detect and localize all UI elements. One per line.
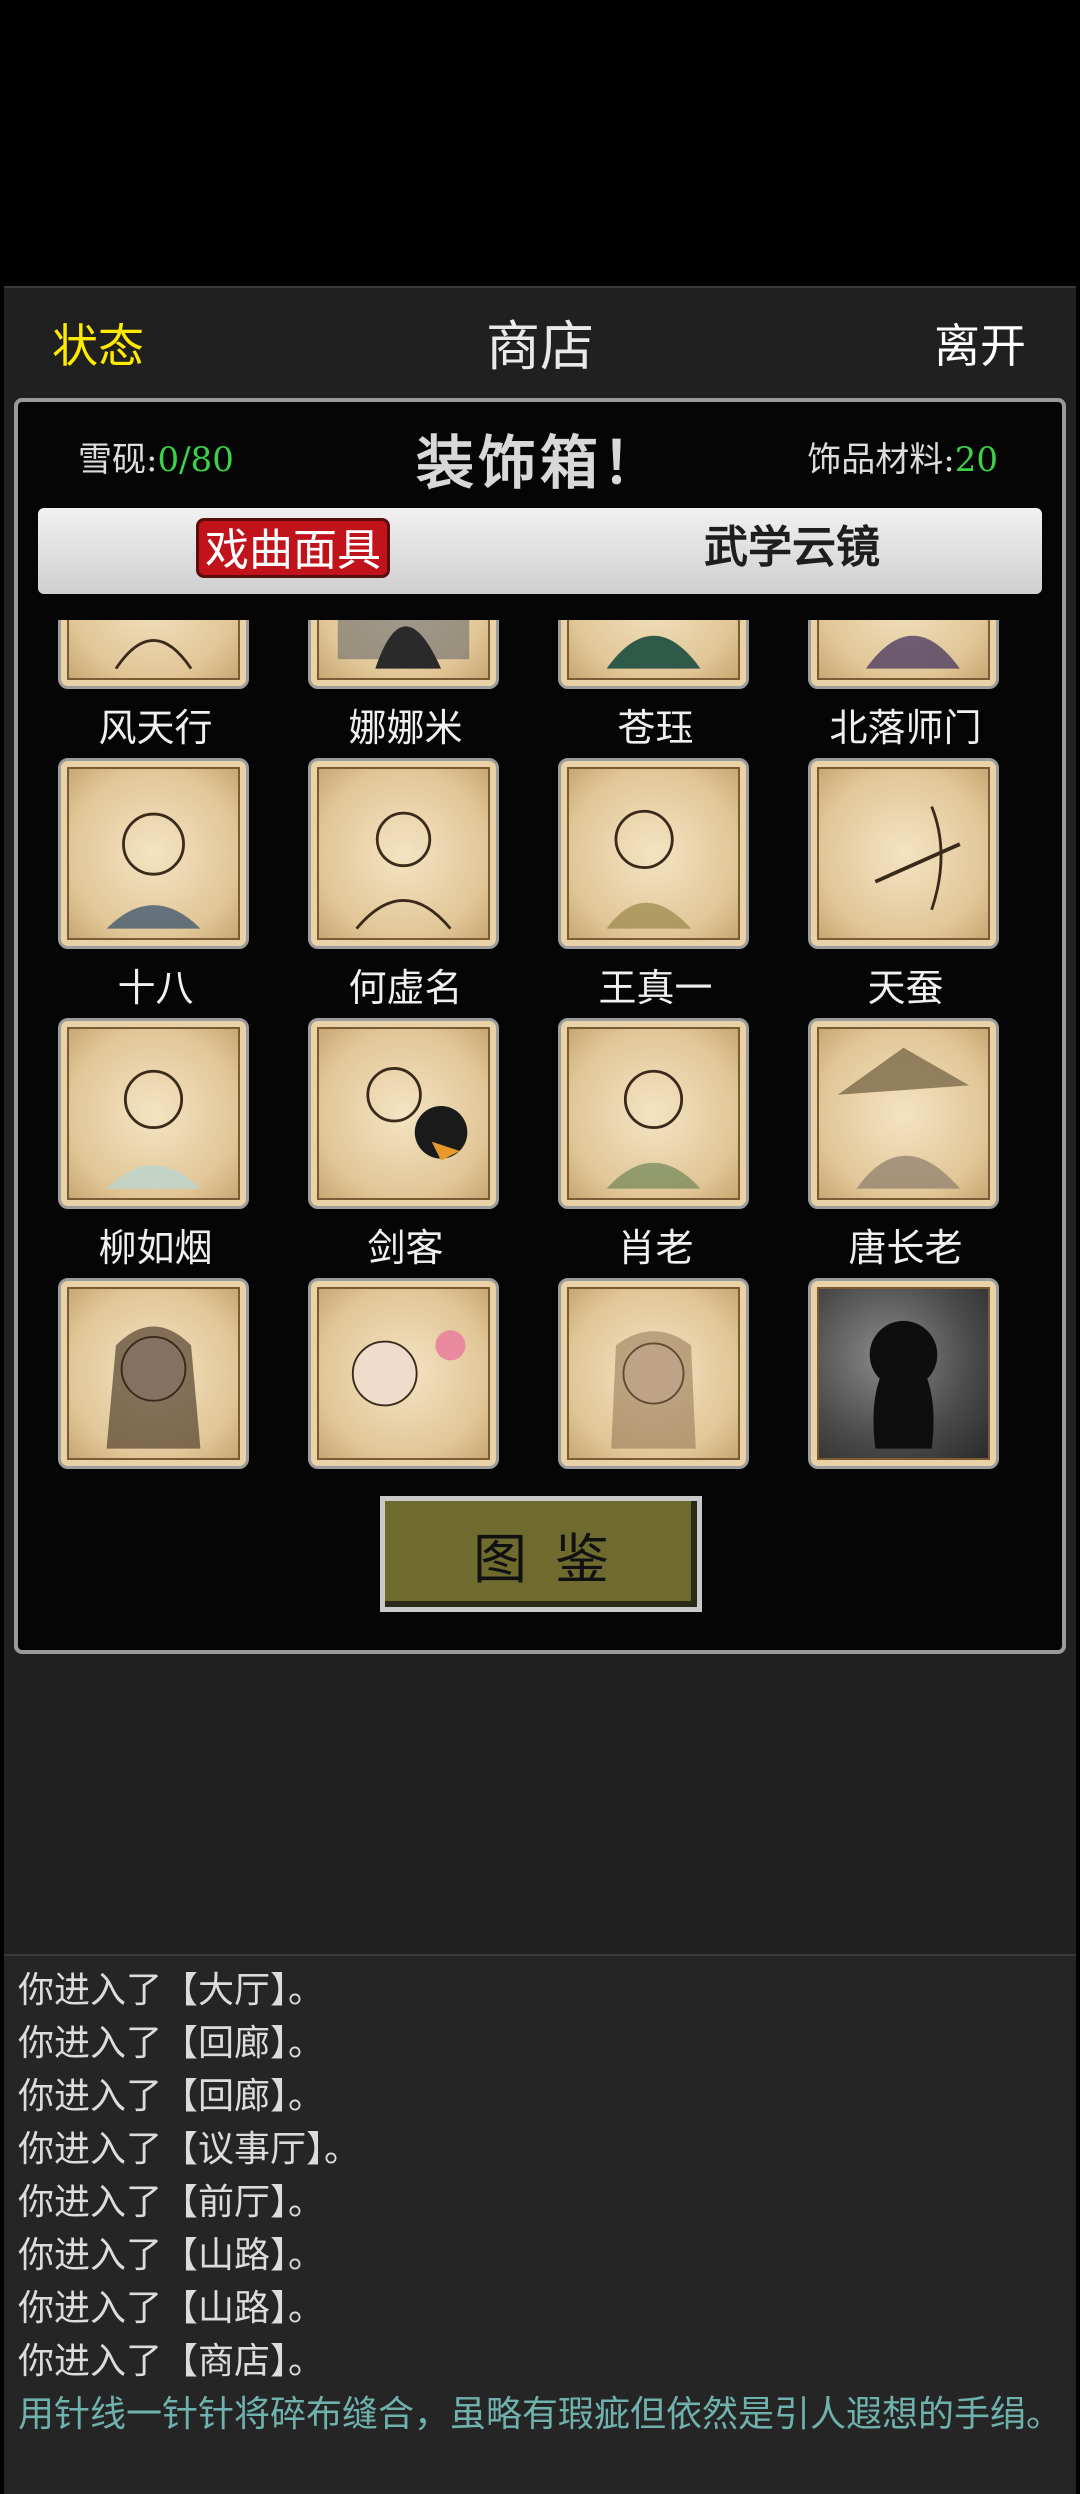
item-card[interactable]: 娜娜米 [308, 620, 503, 752]
portrait-jianke [317, 1027, 490, 1200]
portrait-frame [808, 1018, 999, 1209]
portrait-wangzhenyi [567, 767, 740, 940]
item-name: 肖老 [617, 1226, 694, 1270]
tab-martial-mirror[interactable]: 武学云镜 [698, 518, 886, 578]
portrait-tangzhanglao [817, 1027, 990, 1200]
item-name: 柳如烟 [98, 1226, 213, 1270]
item-card[interactable]: 风天行 [58, 620, 253, 752]
item-card[interactable]: 天蚕 [808, 758, 1003, 1012]
portrait-frame [58, 758, 249, 949]
portrait-frame [58, 1278, 249, 1469]
item-card[interactable]: 唐长老 [808, 1018, 1003, 1272]
portrait-frame [558, 1018, 749, 1209]
portrait-fengtianxing [67, 620, 240, 680]
item-card[interactable]: 北落师门 [808, 620, 1003, 752]
item-card[interactable]: 剑客 [308, 1018, 503, 1272]
top-bar: 状态 商店 离开 [4, 288, 1076, 398]
item-name: 苍珏 [617, 706, 694, 750]
portrait-frame [308, 1018, 499, 1209]
portrait-xiaolao [567, 1027, 740, 1200]
tab-opera-mask[interactable]: 戏曲面具 [196, 518, 390, 578]
portrait-cangjue [567, 620, 740, 680]
portrait-frame [808, 620, 999, 689]
portrait-frame [808, 758, 999, 949]
item-description: 用针线一针针将碎布缝合，虽略有瑕疵但依然是引人遐想的手绢。 [18, 2394, 1063, 2435]
material-label: 饰品材料: [807, 440, 955, 480]
log-line: 你进入了【山路】。 [18, 2288, 325, 2329]
page-title: 商店 [486, 315, 594, 378]
portrait-liuruyan [67, 1027, 240, 1200]
log-line: 你进入了【商店】。 [18, 2341, 325, 2382]
item-card[interactable] [308, 1278, 503, 1469]
portrait-frame [58, 620, 249, 689]
log-line: 你进入了【回廊】。 [18, 2076, 325, 2117]
log-line: 你进入了【前厅】。 [18, 2182, 325, 2223]
log-line: 你进入了【大厅】。 [18, 1970, 325, 2011]
item-card[interactable]: 王真一 [558, 758, 753, 1012]
portrait-beiluoshimen [817, 620, 990, 680]
item-name: 何虚名 [348, 966, 463, 1010]
portrait-frame [308, 758, 499, 949]
portrait-frame [558, 1278, 749, 1469]
portrait-frame [308, 620, 499, 689]
item-card[interactable]: 肖老 [558, 1018, 753, 1272]
item-card[interactable]: 十八 [58, 758, 253, 1012]
dialog-header: 雪砚:0/80 装饰箱！ 饰品材料:20 [18, 402, 1062, 510]
item-name: 天蚕 [867, 966, 944, 1010]
item-card[interactable]: 柳如烟 [58, 1018, 253, 1272]
portrait-frame [308, 1278, 499, 1469]
portrait-girl [67, 1287, 240, 1460]
item-name: 唐长老 [848, 1226, 963, 1270]
item-name: 北落师门 [829, 706, 982, 750]
item-name: 娜娜米 [348, 706, 463, 750]
portrait-frame [558, 758, 749, 949]
item-name: 风天行 [98, 706, 213, 750]
item-name: 十八 [117, 966, 194, 1010]
portrait-frame [558, 620, 749, 689]
portrait-frame [808, 1278, 999, 1469]
material-value: 20 [954, 440, 998, 480]
portrait-locked [817, 1287, 990, 1460]
portrait-frame [58, 1018, 249, 1209]
item-name: 剑客 [367, 1226, 444, 1270]
log-line: 你进入了【回廊】。 [18, 2023, 325, 2064]
item-card[interactable]: 苍珏 [558, 620, 753, 752]
portrait-tiancan [817, 767, 990, 940]
item-name: 王真一 [598, 966, 713, 1010]
material-counter: 饰品材料:20 [807, 432, 998, 481]
item-grid-viewport[interactable]: 风天行 娜娜米 苍珏 北落师门十八 何虚名 王真一 天蚕柳如烟 剑客 肖老 唐长老 [44, 620, 1044, 1476]
portrait-shiba [67, 767, 240, 940]
category-tabs: 戏曲面具 武学云镜 [38, 508, 1042, 594]
portrait-monk [317, 1287, 490, 1460]
portrait-nanami [317, 620, 490, 680]
portrait-longhair [567, 1287, 740, 1460]
item-card[interactable] [808, 1278, 1003, 1469]
portrait-hexuming [317, 767, 490, 940]
item-card[interactable] [58, 1278, 253, 1469]
codex-button[interactable]: 图鉴 [380, 1496, 702, 1612]
item-card[interactable]: 何虚名 [308, 758, 503, 1012]
log-line: 你进入了【议事厅】。 [18, 2129, 361, 2170]
leave-button[interactable]: 离开 [934, 310, 1026, 376]
decoration-box-dialog: 雪砚:0/80 装饰箱！ 饰品材料:20 戏曲面具 武学云镜 风天行 娜娜米 苍珏 北… [14, 398, 1066, 1654]
log-line: 你进入了【山路】。 [18, 2235, 325, 2276]
item-card[interactable] [558, 1278, 753, 1469]
message-log[interactable]: 你进入了【大厅】。 你进入了【回廊】。 你进入了【回廊】。 你进入了【议事厅】。… [4, 1954, 1076, 2494]
